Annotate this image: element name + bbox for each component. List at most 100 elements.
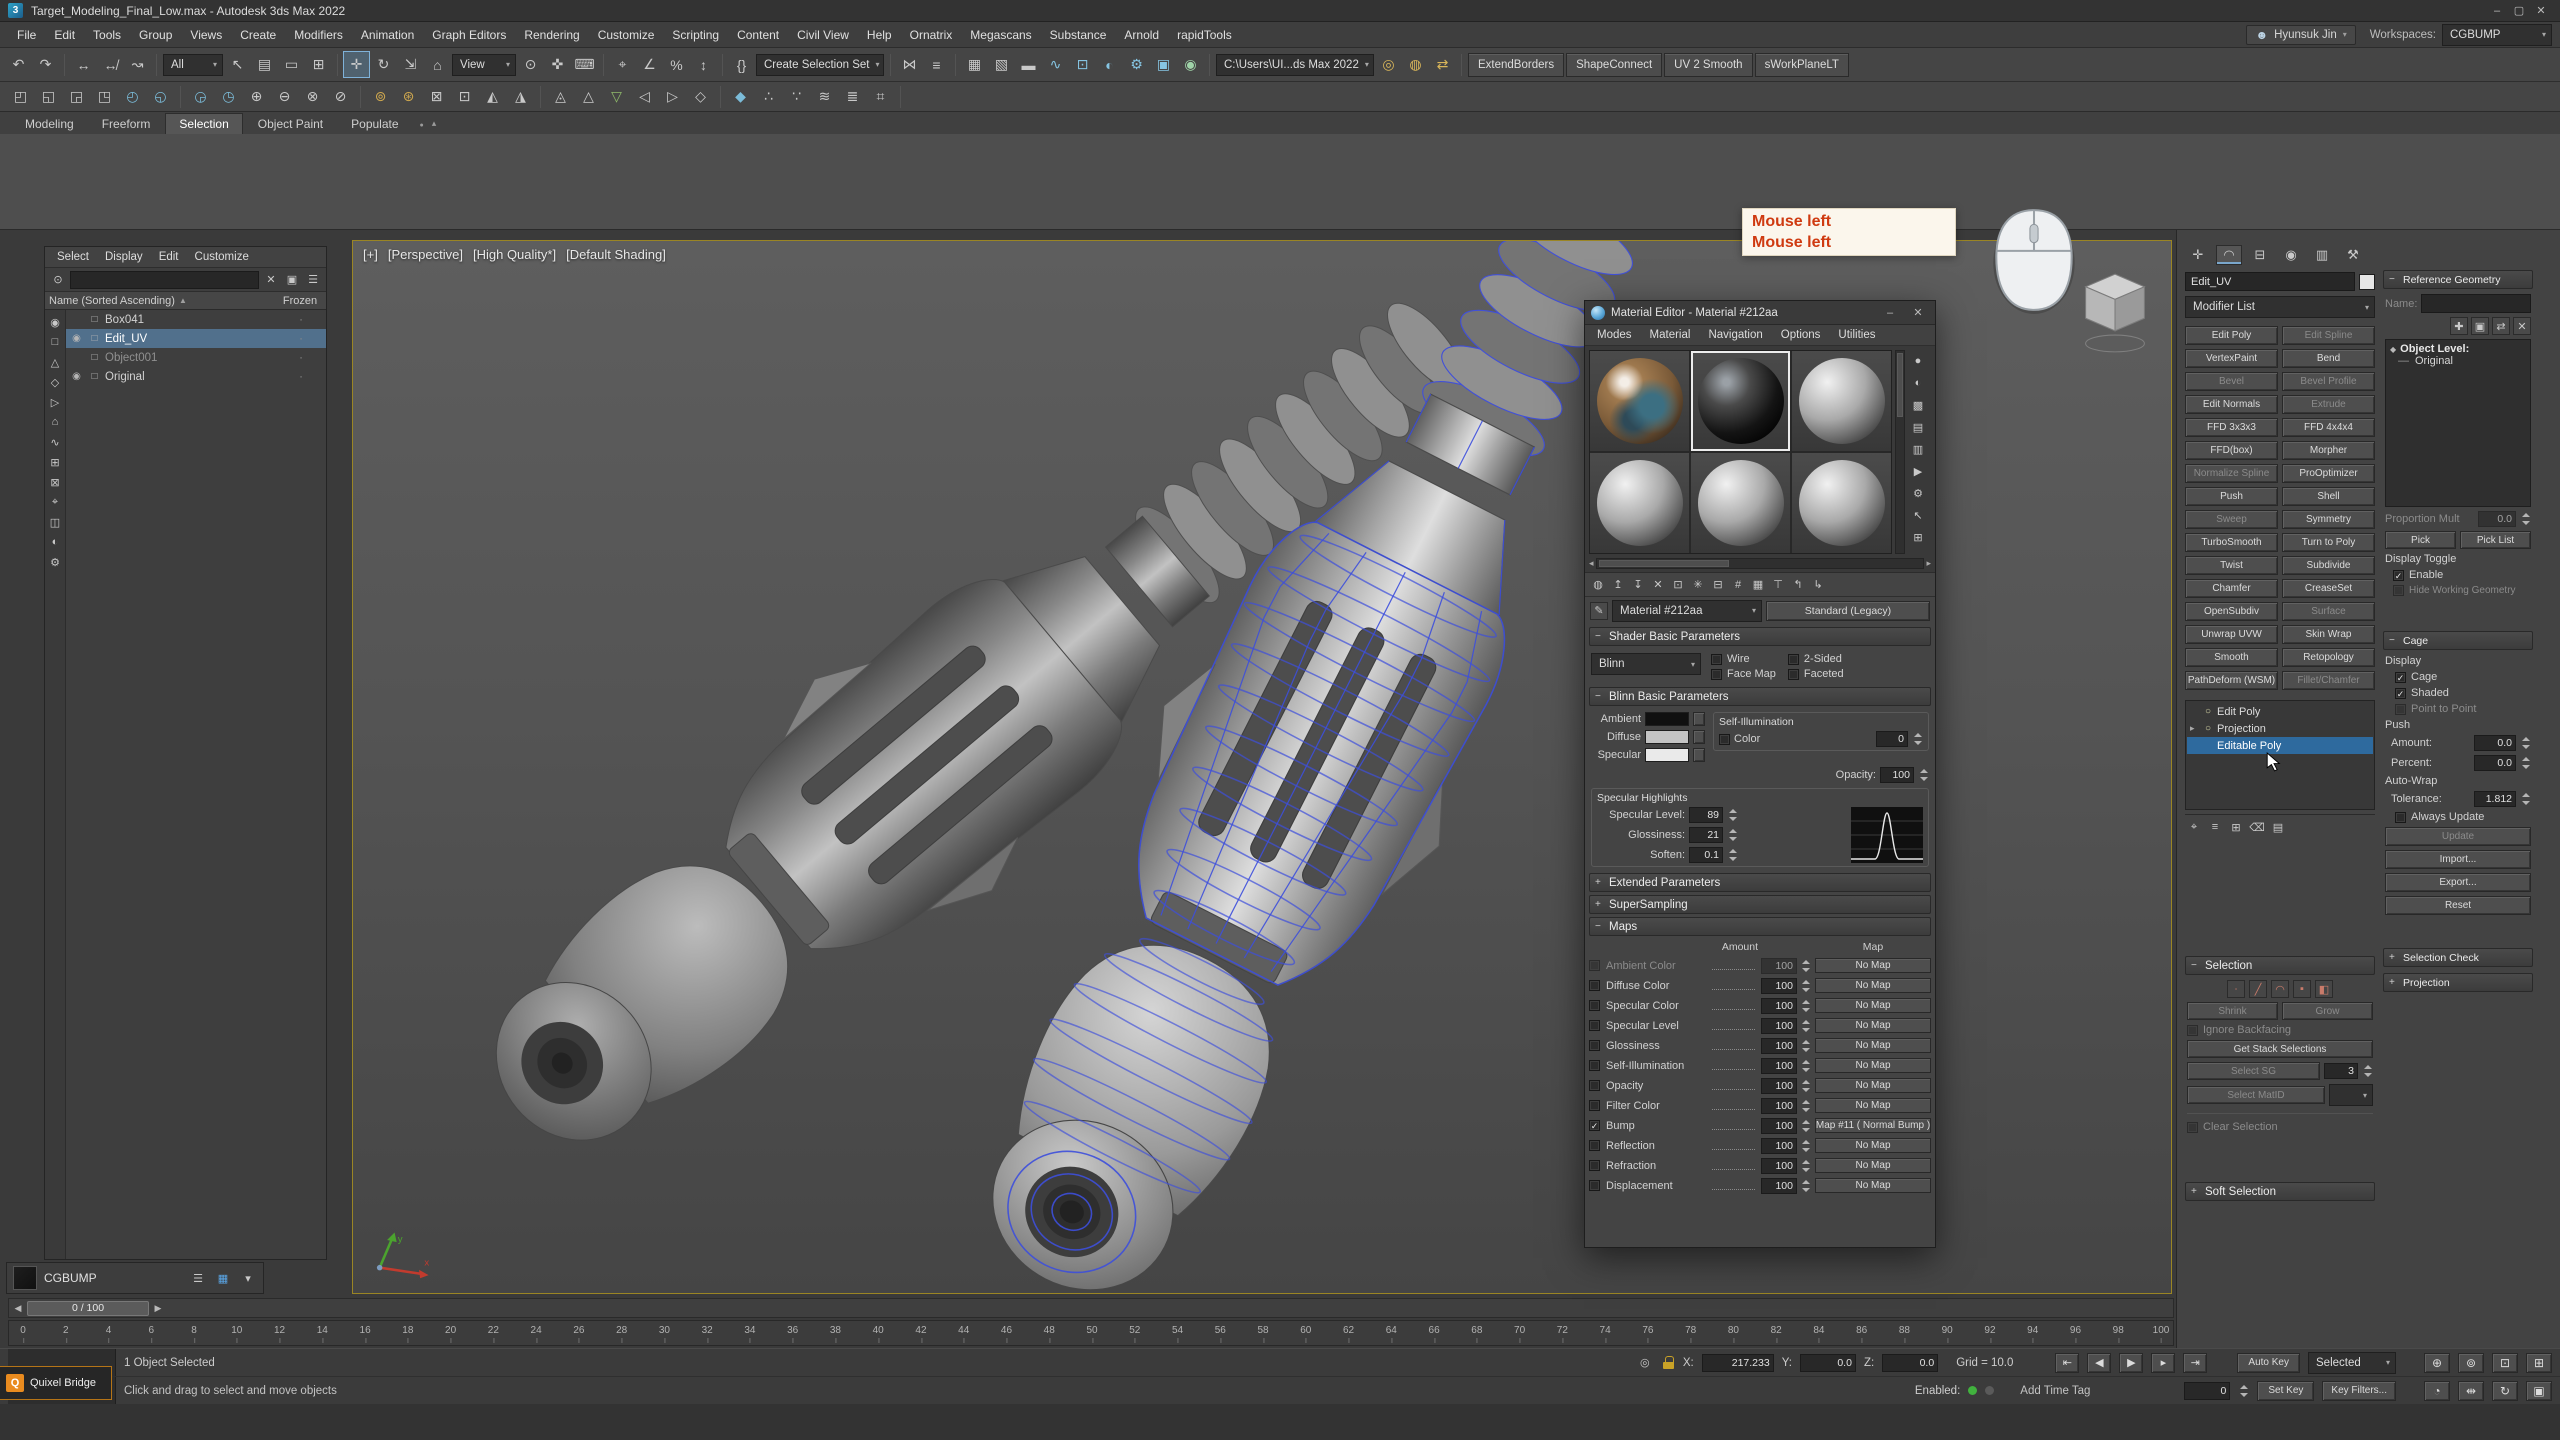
eye-icon[interactable]: ◉: [69, 333, 84, 344]
spinner-down-icon[interactable]: [1802, 1028, 1810, 1032]
modeling-tool-icon[interactable]: ≣: [840, 84, 865, 109]
spinner[interactable]: [2238, 1383, 2249, 1399]
zoom-extents-icon[interactable]: ⊡: [2492, 1353, 2518, 1373]
spinner-down-icon[interactable]: [1802, 1108, 1810, 1112]
self-illumination-color-checkbox[interactable]: [1719, 734, 1730, 745]
modifier-button-creaseset[interactable]: CreaseSet: [2282, 579, 2375, 598]
curve-editor-icon[interactable]: ∿: [1043, 52, 1068, 77]
shape-connect-button[interactable]: ShapeConnect: [1566, 53, 1662, 77]
spinner-up-icon[interactable]: [1729, 849, 1737, 853]
element-subobject-icon[interactable]: ◧: [2315, 980, 2333, 998]
select-and-move-icon[interactable]: ✛: [344, 52, 369, 77]
time-slider[interactable]: ◀0 / 100▶: [8, 1298, 2174, 1318]
object-name-field[interactable]: Edit_UV: [2185, 272, 2355, 291]
reference-name-field[interactable]: [2421, 294, 2531, 313]
push-percent-field[interactable]: 0.0: [2474, 755, 2516, 771]
spinner[interactable]: [2520, 735, 2531, 751]
ribbon-tab-freeform[interactable]: Freeform: [89, 114, 164, 134]
spinner-down-icon[interactable]: [2522, 745, 2530, 749]
spinner-up-icon[interactable]: [1802, 1060, 1810, 1064]
material-type-button[interactable]: Standard (Legacy): [1766, 601, 1930, 621]
select-by-material-icon[interactable]: ↖: [1909, 506, 1927, 524]
show-end-result-icon[interactable]: ⊤: [1769, 576, 1787, 594]
spinner-up-icon[interactable]: [1802, 1100, 1810, 1104]
minimize-window-icon[interactable]: –: [2486, 3, 2508, 19]
specular-color-map-checkbox[interactable]: [1589, 1000, 1600, 1011]
enabled-green-dot[interactable]: [1968, 1386, 1977, 1395]
map-amount-field[interactable]: 100: [1761, 1098, 1797, 1114]
sample-horizontal-scrollbar[interactable]: [1596, 558, 1925, 569]
spinner-up-icon[interactable]: [2522, 757, 2530, 761]
get-material-icon[interactable]: ◍: [1589, 576, 1607, 594]
modifier-button-prooptimizer[interactable]: ProOptimizer: [2282, 464, 2375, 483]
clear-selection-checkbox[interactable]: [2187, 1122, 2198, 1133]
2-sided-checkbox[interactable]: [1788, 654, 1799, 665]
modifier-button-pathdeform-wsm[interactable]: PathDeform (WSM): [2185, 671, 2278, 690]
me-menu-material[interactable]: Material: [1642, 327, 1699, 343]
explorer-column-header[interactable]: Name (Sorted Ascending) ▲Frozen: [45, 292, 326, 310]
named-selection-sets-dropdown[interactable]: Create Selection Set▾: [756, 54, 884, 76]
menu-views[interactable]: Views: [181, 24, 231, 46]
hide-working-geometry-checkbox[interactable]: [2393, 585, 2404, 596]
material-editor-options-icon[interactable]: ⚙: [1909, 484, 1927, 502]
lights-filter-icon[interactable]: ◇: [46, 373, 64, 391]
align-icon[interactable]: ≡: [924, 52, 949, 77]
next-key-icon[interactable]: ▶: [151, 1301, 165, 1316]
modeling-tool-icon[interactable]: ◷: [216, 84, 241, 109]
update-button[interactable]: Update: [2385, 827, 2531, 846]
modeling-tool-icon[interactable]: ◮: [508, 84, 533, 109]
spinner-down-icon[interactable]: [2240, 1393, 2248, 1397]
secondary-state-dot[interactable]: [1985, 1386, 1994, 1395]
spinner[interactable]: [2362, 1063, 2373, 1079]
modeling-tool-icon[interactable]: ⊗: [300, 84, 325, 109]
viewport-label-default-shading[interactable]: [Default Shading]: [566, 247, 666, 262]
refraction-map-checkbox[interactable]: [1589, 1160, 1600, 1171]
modeling-tool-icon[interactable]: ∴: [756, 84, 781, 109]
shading-type-dropdown[interactable]: Blinn▾: [1591, 653, 1701, 675]
put-material-to-scene-icon[interactable]: ↥: [1609, 576, 1627, 594]
edge-subobject-icon[interactable]: ╱: [2249, 980, 2267, 998]
modeling-tool-icon[interactable]: ⌗: [868, 84, 893, 109]
map-amount-field[interactable]: 100: [1761, 1138, 1797, 1154]
self-illumination-map-checkbox[interactable]: [1589, 1060, 1600, 1071]
zoom-icon[interactable]: ⊕: [2424, 1353, 2450, 1373]
menu-tools[interactable]: Tools: [84, 24, 130, 46]
spinner-up-icon[interactable]: [1729, 829, 1737, 833]
spinner-up-icon[interactable]: [1802, 1160, 1810, 1164]
menu-rapidtools[interactable]: rapidTools: [1168, 24, 1241, 46]
cage-checkbox[interactable]: ✓: [2395, 672, 2406, 683]
window-crossing-toggle-icon[interactable]: ⊞: [306, 52, 331, 77]
coordinate-field-z[interactable]: 0.0: [1882, 1354, 1938, 1372]
tolerance-field[interactable]: 1.812: [2474, 791, 2516, 807]
modifier-button-edit-spline[interactable]: Edit Spline: [2282, 326, 2375, 345]
menu-ornatrix[interactable]: Ornatrix: [901, 24, 962, 46]
isolate-selection-icon[interactable]: ◍: [1403, 52, 1428, 77]
modeling-tool-icon[interactable]: ⊡: [452, 84, 477, 109]
modifier-button-extrude[interactable]: Extrude: [2282, 395, 2375, 414]
menu-arnold[interactable]: Arnold: [1115, 24, 1168, 46]
point-to-point-checkbox[interactable]: [2395, 704, 2406, 715]
ribbon-tab-object-paint[interactable]: Object Paint: [245, 114, 336, 134]
spinner-down-icon[interactable]: [2522, 521, 2530, 525]
modifier-button-edit-poly[interactable]: Edit Poly: [2185, 326, 2278, 345]
undo-icon[interactable]: ↶: [6, 52, 31, 77]
rollout-header-extended-parameters[interactable]: +Extended Parameters: [1589, 873, 1931, 892]
spinner-down-icon[interactable]: [1802, 1088, 1810, 1092]
scroll-left-icon[interactable]: ◂: [1589, 558, 1594, 569]
reset-button[interactable]: Reset: [2385, 896, 2531, 915]
me-menu-options[interactable]: Options: [1773, 327, 1829, 343]
spinner-down-icon[interactable]: [2522, 765, 2530, 769]
scrollbar-thumb[interactable]: [1897, 353, 1903, 417]
select-and-rotate-icon[interactable]: ↻: [371, 52, 396, 77]
clear-search-icon[interactable]: ✕: [262, 271, 280, 289]
modifier-button-symmetry[interactable]: Symmetry: [2282, 510, 2375, 529]
map-button-bump[interactable]: Map #11 ( Normal Bump ): [1815, 1118, 1931, 1133]
groups-filter-icon[interactable]: ⊞: [46, 453, 64, 471]
make-preview-icon[interactable]: ▶: [1909, 462, 1927, 480]
quixel-bridge-window[interactable]: QQuixel Bridge: [0, 1366, 112, 1400]
reference-object-list[interactable]: ◆Object Level:—Original: [2385, 339, 2531, 507]
containers-filter-icon[interactable]: ◫: [46, 513, 64, 531]
modeling-tool-icon[interactable]: ⊠: [424, 84, 449, 109]
map-button-reflection[interactable]: No Map: [1815, 1138, 1931, 1153]
spinner-down-icon[interactable]: [1802, 968, 1810, 972]
